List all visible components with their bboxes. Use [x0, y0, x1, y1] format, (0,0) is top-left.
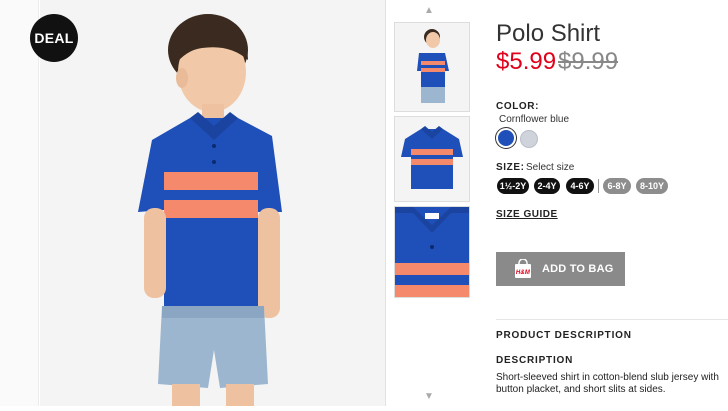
section-divider	[496, 319, 728, 320]
description-heading: DESCRIPTION	[496, 355, 574, 366]
selected-color-name: Cornflower blue	[499, 114, 570, 125]
size-guide-link[interactable]: SIZE GUIDE	[496, 209, 558, 220]
product-info-panel: Polo Shirt $5.99 $9.99 COLOR: Cornflower…	[496, 0, 728, 406]
thumbnail-2-image	[395, 117, 469, 201]
deal-badge: DEAL	[30, 14, 78, 62]
size-option-4-6y[interactable]: 4-6Y	[566, 178, 594, 194]
size-option-2-4y[interactable]: 2-4Y	[534, 178, 560, 194]
left-gutter	[0, 0, 39, 406]
original-price: $9.99	[558, 48, 619, 75]
size-divider	[598, 179, 599, 193]
thumbnail-3[interactable]	[394, 206, 470, 298]
product-description-heading[interactable]: PRODUCT DESCRIPTION	[496, 330, 632, 341]
size-option-8-10y[interactable]: 8-10Y	[636, 178, 668, 194]
color-swatch-cornflower-blue[interactable]	[498, 130, 514, 146]
divider	[385, 0, 386, 406]
color-label: COLOR:	[496, 101, 540, 112]
chevron-up-icon[interactable]: ▲	[422, 6, 436, 16]
current-price: $5.99	[496, 48, 557, 75]
add-to-bag-button[interactable]: H&M ADD TO BAG	[496, 252, 625, 286]
size-option-6-8y[interactable]: 6-8Y	[603, 178, 631, 194]
svg-text:H&M: H&M	[516, 270, 531, 276]
thumbnail-1[interactable]	[394, 22, 470, 112]
size-label: SIZE:	[496, 162, 525, 173]
thumbnail-2[interactable]	[394, 116, 470, 202]
add-to-bag-label: ADD TO BAG	[542, 263, 614, 275]
description-text: Short-sleeved shirt in cotton-blend slub…	[496, 372, 719, 395]
chevron-down-icon[interactable]: ▼	[422, 392, 436, 402]
product-title: Polo Shirt	[496, 20, 601, 47]
thumbnail-strip: ▲ ▼	[392, 0, 472, 406]
color-swatch-light-grey[interactable]	[520, 130, 538, 148]
thumbnail-1-image	[395, 23, 469, 111]
size-placeholder: Select size	[526, 162, 575, 173]
size-option-1-2y[interactable]: 1½-2Y	[497, 178, 529, 194]
thumbnail-3-image	[395, 207, 469, 297]
main-image-illustration	[40, 0, 385, 406]
main-product-image[interactable]	[40, 0, 386, 406]
shopping-bag-icon: H&M	[515, 259, 531, 278]
